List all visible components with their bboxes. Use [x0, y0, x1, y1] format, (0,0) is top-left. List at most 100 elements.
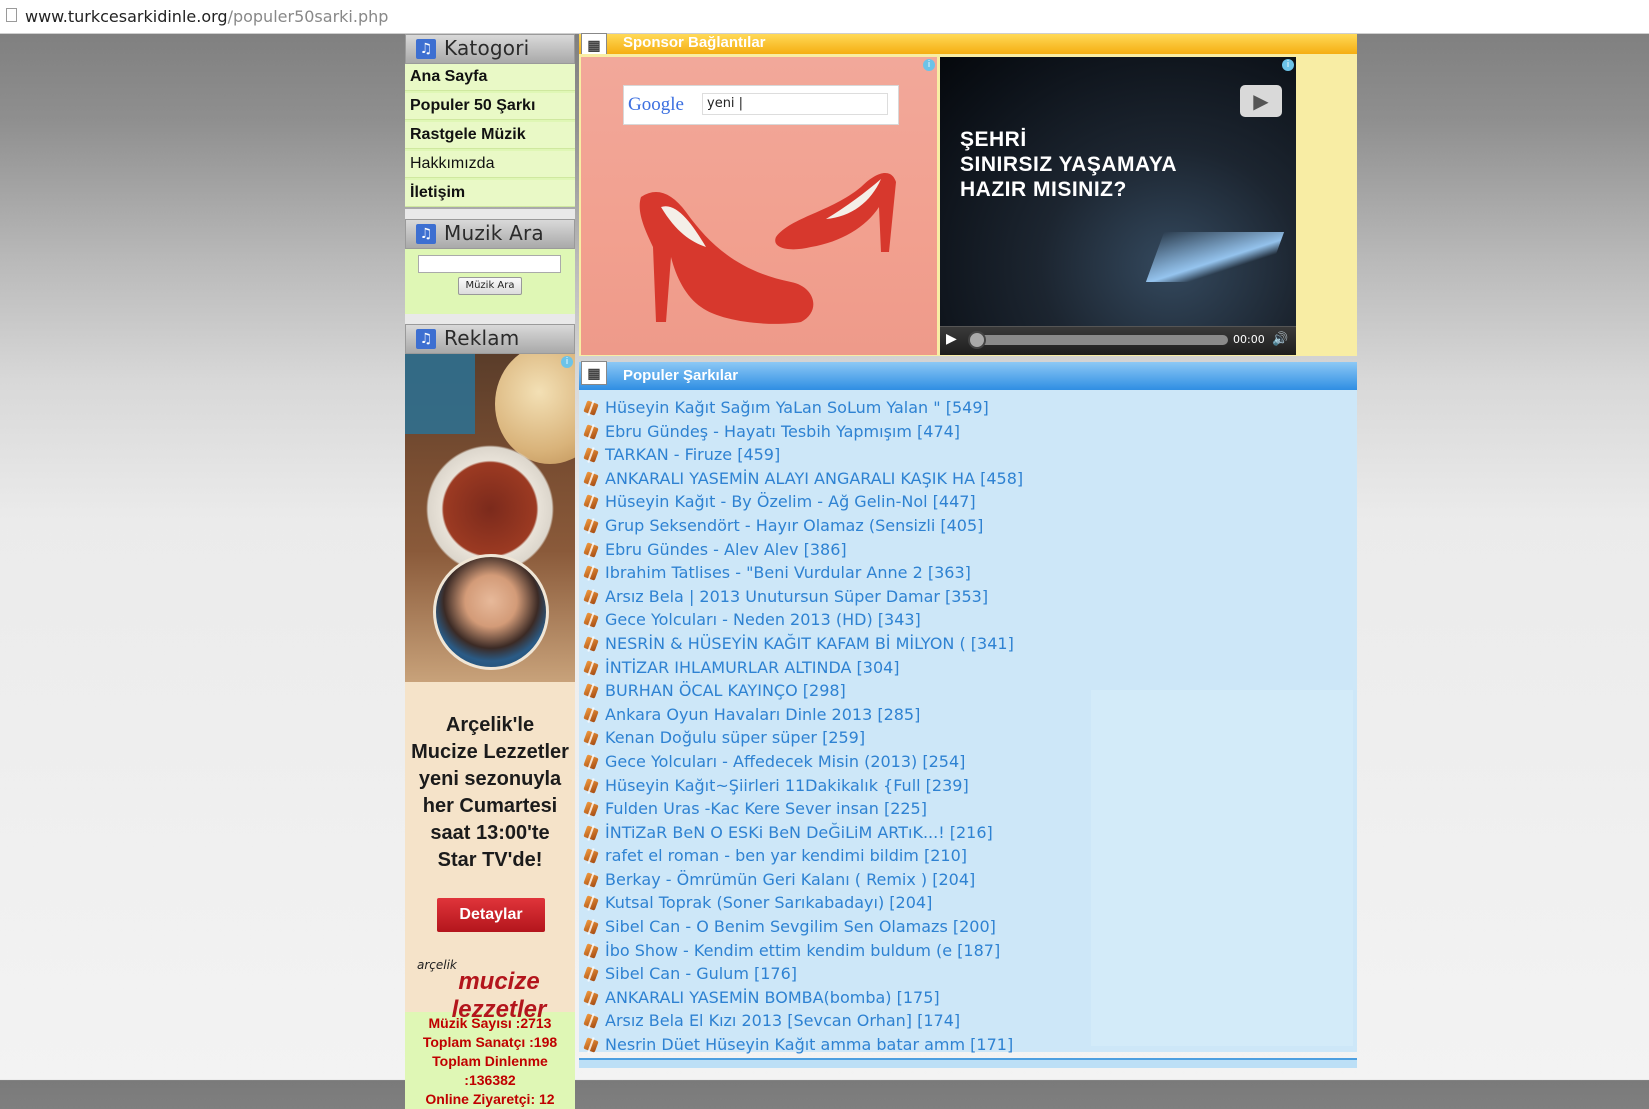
song-link[interactable]: Berkay - Ömrümün Geri Kalanı ( Remix ) […	[579, 868, 1357, 892]
song-link[interactable]: Kutsal Toprak (Soner Sarıkabadayı) [204]	[579, 891, 1357, 915]
song-link[interactable]: Nesrin Düet Hüseyin Kağıt amma batar amm…	[579, 1033, 1357, 1057]
page-icon	[6, 8, 17, 22]
ad-info-icon[interactable]: i	[923, 59, 935, 71]
song-title: Ebru Gündeş - Hayatı Tesbih Yapmışım [47…	[605, 421, 961, 441]
sponsor-header: ▦ Sponsor Bağlantılar	[579, 33, 1357, 57]
google-search-bar[interactable]: Google yeni |	[623, 85, 899, 125]
song-bullet-icon	[583, 942, 599, 959]
song-bullet-icon	[583, 824, 599, 841]
video-ad-text: ŞEHRİ SINIRSIZ YAŞAMAYA HAZIR MISINIZ?	[960, 128, 1178, 201]
song-bullet-icon	[583, 895, 599, 912]
category-title: Katogori	[444, 36, 530, 60]
song-link[interactable]: Fulden Uras -Kac Kere Sever insan [225]	[579, 797, 1357, 821]
song-title: Gece Yolcuları - Neden 2013 (HD) [343]	[605, 610, 921, 630]
towel-graphic	[405, 354, 475, 434]
music-note-icon: ♫	[416, 39, 436, 59]
url-host: www.turkcesarkidinle.org	[25, 7, 228, 26]
category-menu: Ana Sayfa Populer 50 Şarkı Rastgele Müzik H…	[405, 64, 575, 207]
song-title: İNTİZAR IHLAMURLAR ALTINDA [304]	[605, 657, 900, 677]
song-title: BURHAN ÖCAL KAYINÇO [298]	[605, 681, 846, 701]
menu-item[interactable]: Rastgele Müzik	[405, 122, 575, 149]
music-search-input[interactable]	[418, 255, 561, 273]
search-title: Muzik Ara	[444, 221, 544, 245]
song-link[interactable]: Grup Seksendört - Hayır Olamaz (Sensizli…	[579, 514, 1357, 538]
site-stats: Müzik Sayısı :2713 Toplam Sanatçı :198 T…	[405, 1012, 575, 1109]
song-title: Fulden Uras -Kac Kere Sever insan [225]	[605, 799, 927, 819]
address-bar[interactable]: www.turkcesarkidinle.org/populer50sarki.…	[0, 0, 1649, 34]
food-ad-text[interactable]: Arçelik'le Mucize Lezzetler yeni sezonuy…	[405, 682, 575, 1023]
song-link[interactable]: Arsız Bela El Kızı 2013 [Sevcan Orhan] […	[579, 1009, 1357, 1033]
left-sidebar: ♫ Katogori Ana Sayfa Populer 50 Şarkı Rast…	[405, 34, 575, 1109]
song-link[interactable]: Hüseyin Kağıt Sağım YaLan SoLum Yalan " …	[579, 396, 1357, 420]
song-title: Kenan Doğulu süper süper [259]	[605, 728, 866, 748]
song-title: NESRİN & HÜSEYİN KAĞIT KAFAM Bİ MİLYON (…	[605, 633, 1014, 653]
google-query-field[interactable]: yeni |	[702, 93, 888, 115]
song-link[interactable]: Sibel Can - O Benim Sevgilim Sen Olamazs…	[579, 915, 1357, 939]
ad-info-icon[interactable]: i	[1282, 59, 1294, 71]
car-video-ad[interactable]: ŞEHRİ SINIRSIZ YAŞAMAYA HAZIR MISINIZ? ▶…	[940, 57, 1296, 355]
song-link[interactable]: Arsız Bela | 2013 Unutursun Süper Damar …	[579, 585, 1357, 609]
song-link[interactable]: NESRİN & HÜSEYİN KAĞIT KAFAM Bİ MİLYON (…	[579, 632, 1357, 656]
song-link[interactable]: Ebru Gündeş - Hayatı Tesbih Yapmışım [47…	[579, 420, 1357, 444]
details-button[interactable]: Detaylar	[437, 898, 545, 932]
seek-knob[interactable]	[968, 331, 986, 349]
bottom-section-strip	[579, 1058, 1357, 1068]
song-link[interactable]: Ankara Oyun Havaları Dinle 2013 [285]	[579, 703, 1357, 727]
video-seek-bar[interactable]	[972, 335, 1228, 345]
song-link[interactable]: Kenan Doğulu süper süper [259]	[579, 726, 1357, 750]
song-title: Kutsal Toprak (Soner Sarıkabadayı) [204]	[605, 893, 933, 913]
popular-songs-header: ▦ Populer Şarkılar	[579, 361, 1357, 390]
menu-item[interactable]: Ana Sayfa	[405, 64, 575, 91]
song-title: Ebru Gündes - Alev Alev [386]	[605, 539, 847, 559]
artist-count: Toplam Sanatçı :198	[422, 1034, 558, 1050]
song-bullet-icon	[583, 872, 599, 888]
song-link[interactable]: İNTiZaR BeN O ESKi BeN DeĞiLiM ARTıK...!…	[579, 821, 1357, 845]
song-title: Sibel Can - O Benim Sevgilim Sen Olamazs…	[605, 917, 996, 937]
song-link[interactable]: ANKARALI YASEMİN BOMBA(bomba) [175]	[579, 986, 1357, 1010]
food-ad-image[interactable]: i	[405, 354, 575, 682]
video-play-overlay-icon[interactable]: ▶	[1240, 85, 1282, 117]
song-bullet-icon	[583, 919, 599, 935]
url-text[interactable]: www.turkcesarkidinle.org/populer50sarki.…	[25, 7, 388, 26]
brand-logo: mucize lezzetler	[451, 968, 547, 1023]
song-link[interactable]: İbo Show - Kendim ettim kendim buldum (e…	[579, 939, 1357, 963]
song-title: Ibrahim Tatlises - "Beni Vurdular Anne 2…	[605, 563, 971, 583]
song-bullet-icon	[583, 494, 599, 511]
listen-count: :136382	[464, 1072, 516, 1088]
menu-item[interactable]: Populer 50 Şarkı	[405, 93, 575, 120]
song-bullet-icon	[583, 1013, 599, 1030]
song-link[interactable]: BURHAN ÖCAL KAYINÇO [298]	[579, 679, 1357, 703]
song-title: Arsız Bela | 2013 Unutursun Süper Damar …	[605, 586, 989, 606]
ad-info-icon[interactable]: i	[561, 356, 573, 368]
song-bullet-icon	[583, 589, 599, 605]
volume-icon[interactable]: 🔊	[1272, 332, 1288, 347]
song-link[interactable]: İNTİZAR IHLAMURLAR ALTINDA [304]	[579, 656, 1357, 680]
play-icon[interactable]: ▶	[946, 331, 957, 347]
song-link[interactable]: Sibel Can - Gulum [176]	[579, 962, 1357, 986]
song-bullet-icon	[583, 848, 599, 864]
video-controls: ▶ 00:00 🔊	[940, 326, 1296, 355]
menu-item[interactable]: İletişim	[405, 180, 575, 207]
song-link[interactable]: Hüseyin Kağıt~Şiirleri 11Dakikalık {Full…	[579, 774, 1357, 798]
song-link[interactable]: TARKAN - Firuze [459]	[579, 443, 1357, 467]
menu-item[interactable]: Hakkımızda	[405, 151, 575, 178]
url-path: /populer50sarki.php	[227, 7, 389, 26]
popular-songs-title: Populer Şarkılar	[623, 367, 739, 384]
song-link[interactable]: ANKARALI YASEMİN ALAYI ANGARALI KAŞIK HA…	[579, 467, 1357, 491]
google-search-ad[interactable]: Google yeni | i	[581, 57, 937, 355]
song-link[interactable]: Gece Yolcuları - Neden 2013 (HD) [343]	[579, 608, 1357, 632]
music-search-button[interactable]: Müzik Ara	[458, 277, 522, 295]
listen-label: Toplam Dinlenme	[432, 1053, 548, 1069]
song-bullet-icon	[583, 447, 599, 463]
ad-title: Reklam	[444, 326, 520, 350]
song-link[interactable]: Ebru Gündes - Alev Alev [386]	[579, 538, 1357, 562]
song-link[interactable]: Ibrahim Tatlises - "Beni Vurdular Anne 2…	[579, 561, 1357, 585]
ad-header: ♫ Reklam	[405, 324, 575, 354]
song-link[interactable]: rafet el roman - ben yar kendimi bildim …	[579, 844, 1357, 868]
song-bullet-icon	[583, 423, 599, 440]
sponsor-ads: Google yeni | i ŞEHRİ SINIRSIZ YAŞAMAYA …	[579, 54, 1357, 356]
song-title: rafet el roman - ben yar kendimi bildim …	[605, 846, 967, 866]
song-link[interactable]: Gece Yolcuları - Affedecek Misin (2013) …	[579, 750, 1357, 774]
song-bullet-icon	[583, 636, 599, 652]
song-link[interactable]: Hüseyin Kağıt - By Özelim - Ağ Gelin-Nol…	[579, 490, 1357, 514]
